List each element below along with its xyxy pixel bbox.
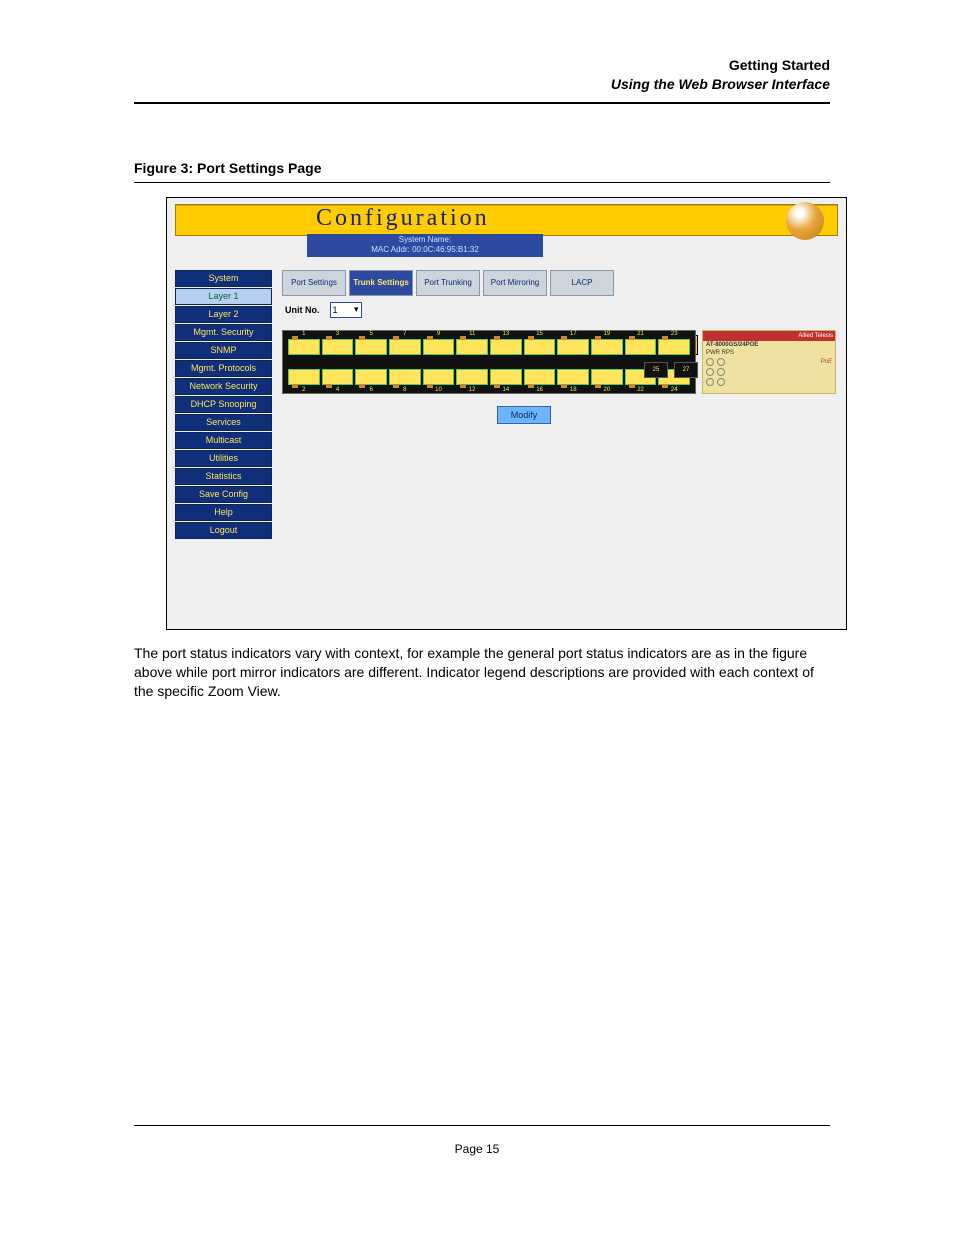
- config-word: Configuration: [316, 205, 490, 232]
- led-icon: [717, 368, 725, 376]
- sidebar-item-services[interactable]: Services: [175, 414, 272, 431]
- globe-icon: [786, 202, 824, 240]
- tab-row: Port Settings Trunk Settings Port Trunki…: [282, 270, 617, 296]
- config-banner: Configuration: [175, 204, 838, 236]
- page-footer: Page 15: [0, 1142, 954, 1156]
- led-icon: [706, 368, 714, 376]
- unit-row: Unit No. 1 ▾: [285, 302, 362, 318]
- unit-select[interactable]: 1 ▾: [330, 302, 362, 318]
- page-header: Getting Started Using the Web Browser In…: [134, 56, 830, 94]
- port-numbers-bottom: 24681012141618202224: [287, 387, 691, 393]
- port[interactable]: [322, 369, 354, 385]
- port[interactable]: [524, 339, 556, 355]
- port[interactable]: [456, 369, 488, 385]
- sidebar-item-network-security[interactable]: Network Security: [175, 378, 272, 395]
- port[interactable]: [389, 339, 421, 355]
- content-bg: [282, 266, 838, 621]
- sysname-label: System Name:: [307, 235, 543, 245]
- sfp-port[interactable]: 25: [644, 362, 668, 378]
- sidebar-item-save-config[interactable]: Save Config: [175, 486, 272, 503]
- led-icon: [717, 358, 725, 366]
- modify-button[interactable]: Modify: [497, 406, 551, 424]
- header-title: Getting Started: [134, 56, 830, 75]
- port[interactable]: [355, 369, 387, 385]
- sidebar-item-statistics[interactable]: Statistics: [175, 468, 272, 485]
- port[interactable]: [557, 369, 589, 385]
- port-row-top: [287, 339, 691, 355]
- sidebar-item-layer1[interactable]: Layer 1: [175, 288, 272, 305]
- brand-label: Allied Telesis: [703, 331, 835, 341]
- port[interactable]: [625, 339, 657, 355]
- header-rule: [134, 102, 830, 104]
- device-info-box: Allied Telesis AT-8000GS/24POE PWR RPS P…: [702, 330, 836, 394]
- figure-wrap: Configuration System Name: MAC Addr: 00:…: [134, 197, 830, 630]
- model-label: AT-8000GS/24POE: [706, 342, 758, 348]
- port[interactable]: [423, 369, 455, 385]
- footer-rule-wrap: [134, 1125, 830, 1126]
- poe-label: PoE: [821, 359, 832, 365]
- led-icon: [706, 378, 714, 386]
- led-icon: [717, 378, 725, 386]
- header-subtitle: Using the Web Browser Interface: [134, 75, 830, 94]
- sidebar-item-layer2[interactable]: Layer 2: [175, 306, 272, 323]
- port-row-bottom: [287, 369, 691, 385]
- port[interactable]: [456, 339, 488, 355]
- port[interactable]: [524, 369, 556, 385]
- port[interactable]: [591, 339, 623, 355]
- tab-port-settings[interactable]: Port Settings: [282, 270, 346, 296]
- tab-lacp[interactable]: LACP: [550, 270, 614, 296]
- chevron-down-icon: ▾: [354, 304, 359, 315]
- figure-rule: [134, 182, 830, 183]
- port[interactable]: [591, 369, 623, 385]
- port[interactable]: [658, 339, 690, 355]
- sidebar-item-utilities[interactable]: Utilities: [175, 450, 272, 467]
- sidebar-item-logout[interactable]: Logout: [175, 522, 272, 539]
- port[interactable]: [288, 369, 320, 385]
- unit-label: Unit No.: [285, 305, 320, 315]
- paragraph: The port status indicators vary with con…: [134, 644, 830, 701]
- led-icon: [706, 358, 714, 366]
- port[interactable]: [490, 339, 522, 355]
- screenshot: Configuration System Name: MAC Addr: 00:…: [166, 197, 847, 630]
- sidebar-item-multicast[interactable]: Multicast: [175, 432, 272, 449]
- port[interactable]: [288, 339, 320, 355]
- tab-port-trunking[interactable]: Port Trunking: [416, 270, 480, 296]
- unit-value: 1: [333, 305, 338, 315]
- port[interactable]: [557, 339, 589, 355]
- port[interactable]: [423, 339, 455, 355]
- sfp-ports: 25 27: [644, 362, 698, 378]
- port[interactable]: [322, 339, 354, 355]
- sidebar-item-help[interactable]: Help: [175, 504, 272, 521]
- sidebar-item-mgmt-protocols[interactable]: Mgmt. Protocols: [175, 360, 272, 377]
- switch-panel: 1357911131517192123 24681012141618202224: [282, 330, 696, 394]
- tab-trunk-settings[interactable]: Trunk Settings: [349, 270, 413, 296]
- sidebar-item-system[interactable]: System: [175, 270, 272, 287]
- port[interactable]: [355, 339, 387, 355]
- figure-caption: Figure 3: Port Settings Page: [134, 160, 830, 176]
- port[interactable]: [490, 369, 522, 385]
- tab-port-mirroring[interactable]: Port Mirroring: [483, 270, 547, 296]
- body-text: The port status indicators vary with con…: [134, 644, 830, 701]
- mac-label: MAC Addr: 00:0C:46:95:B1:32: [307, 245, 543, 255]
- sidebar: System Layer 1 Layer 2 Mgmt. Security SN…: [175, 270, 272, 540]
- system-info-bar: System Name: MAC Addr: 00:0C:46:95:B1:32: [307, 234, 543, 257]
- port[interactable]: [389, 369, 421, 385]
- sidebar-item-mgmt-security[interactable]: Mgmt. Security: [175, 324, 272, 341]
- sidebar-item-dhcp-snooping[interactable]: DHCP Snooping: [175, 396, 272, 413]
- sidebar-item-snmp[interactable]: SNMP: [175, 342, 272, 359]
- sfp-port[interactable]: 27: [674, 362, 698, 378]
